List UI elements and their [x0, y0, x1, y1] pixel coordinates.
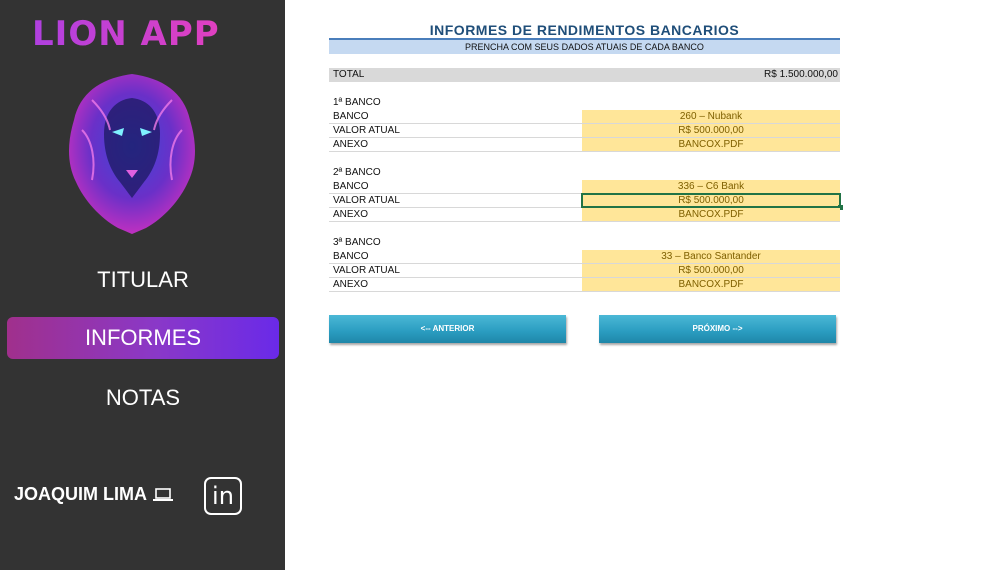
row-label: ANEXO	[333, 209, 369, 220]
row-label: VALOR ATUAL	[333, 265, 400, 276]
sheet-subtitle: PRENCHA COM SEUS DADOS ATUAIS DE CADA BA…	[329, 40, 840, 54]
linkedin-icon[interactable]: in	[204, 477, 242, 515]
bank-3-heading: 3ª BANCO	[333, 237, 381, 248]
sheet-title: INFORMES DE RENDIMENTOS BANCARIOS	[429, 22, 740, 38]
bank-3-row-banco: BANCO 33 – Banco Santander	[329, 250, 840, 264]
bank-1-anexo-cell[interactable]: BANCOX.PDF	[582, 138, 840, 151]
row-label: BANCO	[333, 251, 369, 262]
bank-2-row-anexo: ANEXO BANCOX.PDF	[329, 208, 840, 222]
bank-3-anexo-cell[interactable]: BANCOX.PDF	[582, 278, 840, 291]
total-value: R$ 1.500.000,00	[764, 69, 838, 80]
app-title: LION APP	[32, 14, 220, 54]
total-row: TOTAL R$ 1.500.000,00	[329, 68, 840, 82]
previous-button[interactable]: <-- ANTERIOR	[329, 315, 566, 343]
bank-2-row-valor: VALOR ATUAL R$ 500.000,00	[329, 193, 843, 210]
bank-1-banco-cell[interactable]: 260 – Nubank	[582, 110, 840, 123]
author-name: JOAQUIM LIMA	[14, 484, 147, 504]
bank-1-row-banco: BANCO 260 – Nubank	[329, 110, 840, 124]
bank-1-row-anexo: ANEXO BANCOX.PDF	[329, 138, 840, 152]
bank-2-valor-cell[interactable]: R$ 500.000,00	[581, 193, 841, 208]
nav-titular[interactable]: TITULAR	[7, 259, 279, 301]
lion-logo-icon	[69, 74, 195, 234]
row-label: VALOR ATUAL	[333, 125, 400, 136]
laptop-icon	[153, 487, 173, 501]
author: JOAQUIM LIMA	[14, 484, 173, 505]
row-label: BANCO	[333, 111, 369, 122]
bank-2-banco-cell[interactable]: 336 – C6 Bank	[582, 180, 840, 193]
bank-3-valor-cell[interactable]: R$ 500.000,00	[582, 264, 840, 277]
next-button[interactable]: PRÓXIMO -->	[599, 315, 836, 343]
bank-3-banco-cell[interactable]: 33 – Banco Santander	[582, 250, 840, 263]
total-label: TOTAL	[333, 69, 365, 80]
nav-notas[interactable]: NOTAS	[7, 377, 279, 419]
bank-2-row-banco: BANCO 336 – C6 Bank	[329, 180, 840, 194]
sidebar: LION APP TITULAR INFORMES NOTAS JOAQUIM …	[0, 0, 285, 570]
bank-1-valor-cell[interactable]: R$ 500.000,00	[582, 124, 840, 137]
row-label: VALOR ATUAL	[333, 195, 400, 206]
row-label: ANEXO	[333, 279, 369, 290]
bank-2-heading: 2ª BANCO	[333, 167, 381, 178]
bank-3-row-anexo: ANEXO BANCOX.PDF	[329, 278, 840, 292]
bank-1-heading: 1ª BANCO	[333, 97, 381, 108]
bank-3-row-valor: VALOR ATUAL R$ 500.000,00	[329, 264, 840, 278]
bank-2-anexo-cell[interactable]: BANCOX.PDF	[582, 208, 840, 221]
bank-1-row-valor: VALOR ATUAL R$ 500.000,00	[329, 124, 840, 138]
row-label: BANCO	[333, 181, 369, 192]
linkedin-icon-text: in	[212, 482, 234, 510]
row-label: ANEXO	[333, 139, 369, 150]
nav-informes[interactable]: INFORMES	[7, 317, 279, 359]
